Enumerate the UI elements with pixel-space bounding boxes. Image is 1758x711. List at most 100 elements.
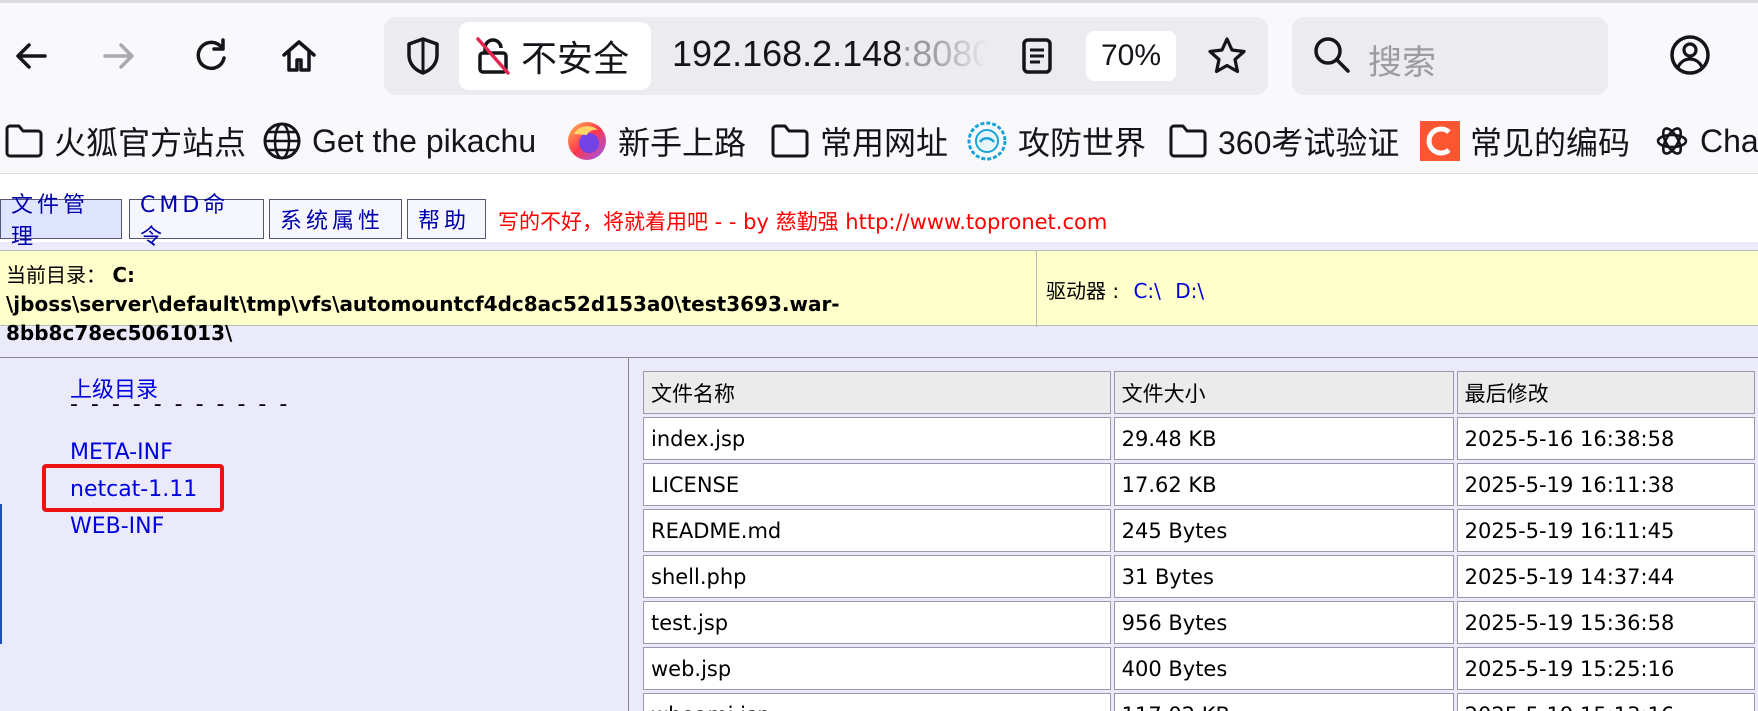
folder-icon xyxy=(1169,124,1207,158)
drive-d-link[interactable]: D:\ xyxy=(1175,279,1204,303)
dir-link-meta-inf[interactable]: META-INF xyxy=(70,440,173,465)
file-modified: 2025-5-19 16:11:45 xyxy=(1456,509,1755,552)
tracking-protection-button[interactable] xyxy=(400,33,446,79)
search-placeholder: 搜索 xyxy=(1368,44,1436,82)
search-bar[interactable]: 搜索 xyxy=(1292,17,1608,95)
url-text[interactable]: 192.168.2.148:8080/ xyxy=(672,33,988,75)
browser-toolbar: 不安全 192.168.2.148:8080/ 70% 搜索 xyxy=(0,0,1758,108)
help-button[interactable]: 帮助 xyxy=(407,199,486,239)
table-row[interactable]: index.jsp 29.48 KB 2025-5-16 16:38:58 xyxy=(643,417,1755,460)
insecure-connection-indicator[interactable]: 不安全 xyxy=(459,22,651,90)
bookmark-folder-firefox[interactable]: 火狐官方站点 xyxy=(4,118,246,164)
url-host: 192.168.2.148 xyxy=(672,33,903,74)
table-row[interactable]: shell.php 31 Bytes 2025-5-19 14:37:44 xyxy=(643,555,1755,598)
path-divider xyxy=(1036,251,1037,327)
dir-link-web-inf[interactable]: WEB-INF xyxy=(70,514,164,539)
bookmark-label: 新手上路 xyxy=(618,125,747,161)
home-button[interactable] xyxy=(276,33,322,79)
system-properties-button[interactable]: 系统属性 xyxy=(269,199,402,239)
url-port: :8080/ xyxy=(902,33,988,74)
drives: 驱动器 : C:\ D:\ xyxy=(1046,275,1204,304)
header-last-modified: 最后修改 xyxy=(1456,371,1755,414)
bookmark-label: 常见的编码 xyxy=(1470,125,1631,161)
bookmark-folder-common[interactable]: 常用网址 xyxy=(770,118,948,164)
reload-button[interactable] xyxy=(188,33,234,79)
back-arrow-icon xyxy=(16,43,47,69)
bookmarks-toolbar: 火狐官方站点 Get the pikachu 新手上路 常用网址 攻防世界 36… xyxy=(0,108,1758,174)
account-button[interactable] xyxy=(1668,33,1712,82)
file-modified: 2025-5-19 14:37:44 xyxy=(1456,555,1755,598)
table-row[interactable]: whoami.jsp 117.02 KB 2025-5-19 15:13:16 xyxy=(643,693,1755,711)
bookmark-star-button[interactable] xyxy=(1204,33,1250,79)
drives-label: 驱动器 : xyxy=(1046,279,1120,303)
table-row[interactable]: test.jsp 956 Bytes 2025-5-19 15:36:58 xyxy=(643,601,1755,644)
shield-icon xyxy=(407,37,439,75)
current-path: \jboss\server\default\tmp\vfs\automountc… xyxy=(6,292,840,345)
file-manage-button[interactable]: 文件管理 xyxy=(0,193,122,250)
cmd-button[interactable]: CMD命令 xyxy=(129,193,264,250)
current-directory: 当前目录： C: \jboss\server\default\tmp\vfs\a… xyxy=(6,261,1026,348)
bookmark-label: 常用网址 xyxy=(820,125,949,161)
author-slogan: 写的不好，将就着用吧 - - by 慈勤强 http://www.toprone… xyxy=(498,210,1108,234)
file-modified: 2025-5-16 16:38:58 xyxy=(1456,417,1755,460)
url-bar[interactable]: 不安全 192.168.2.148:8080/ 70% xyxy=(384,17,1268,95)
globe-icon xyxy=(263,122,301,160)
file-size: 245 Bytes xyxy=(1113,509,1454,552)
file-modified: 2025-5-19 15:25:16 xyxy=(1456,647,1755,690)
bookmark-label: 火狐官方站点 xyxy=(54,125,247,161)
file-name[interactable]: index.jsp xyxy=(643,417,1111,460)
bookmark-adworld[interactable]: 攻防世界 xyxy=(966,118,1146,164)
file-size: 31 Bytes xyxy=(1113,555,1454,598)
table-row[interactable]: web.jsp 400 Bytes 2025-5-19 15:25:16 xyxy=(643,647,1755,690)
folder-icon xyxy=(771,124,809,158)
file-size: 29.48 KB xyxy=(1113,417,1454,460)
current-directory-label: 当前目录： xyxy=(6,263,106,287)
header-file-name: 文件名称 xyxy=(643,371,1111,414)
current-drive: C: xyxy=(112,263,136,287)
reader-view-icon xyxy=(1022,38,1052,74)
bookmark-label: 攻防世界 xyxy=(1018,125,1147,161)
bookmark-label: Chat xyxy=(1700,122,1758,159)
star-icon xyxy=(1208,37,1246,74)
file-name[interactable]: LICENSE xyxy=(643,463,1111,506)
site-logo-icon xyxy=(967,121,1007,161)
file-modified: 2025-5-19 16:11:38 xyxy=(1456,463,1755,506)
highlight-box xyxy=(42,464,224,512)
pane-divider xyxy=(628,358,629,711)
forward-arrow-icon xyxy=(103,43,134,69)
bookmark-encodings[interactable]: 常见的编码 xyxy=(1420,118,1630,164)
file-table: 文件名称 文件大小 最后修改 index.jsp 29.48 KB 2025-5… xyxy=(640,368,1758,711)
drive-c-link[interactable]: C:\ xyxy=(1133,279,1160,303)
zoom-level-button[interactable]: 70% xyxy=(1086,31,1176,81)
forward-button[interactable] xyxy=(96,33,142,79)
home-icon xyxy=(282,40,316,72)
file-name[interactable]: shell.php xyxy=(643,555,1111,598)
file-name[interactable]: README.md xyxy=(643,509,1111,552)
bookmark-label: Get the pikachu xyxy=(312,122,537,159)
table-header-row: 文件名称 文件大小 最后修改 xyxy=(643,371,1755,414)
file-size: 17.62 KB xyxy=(1113,463,1454,506)
csdn-icon xyxy=(1420,121,1460,161)
file-size: 956 Bytes xyxy=(1113,601,1454,644)
file-name[interactable]: web.jsp xyxy=(643,647,1111,690)
file-modified: 2025-5-19 15:13:16 xyxy=(1456,693,1755,711)
bookmark-chat[interactable]: Chat xyxy=(1654,118,1758,164)
back-button[interactable] xyxy=(8,33,54,79)
bookmark-getting-started[interactable]: 新手上路 xyxy=(566,118,746,164)
table-row[interactable]: LICENSE 17.62 KB 2025-5-19 16:11:38 xyxy=(643,463,1755,506)
folder-icon xyxy=(5,124,43,158)
insecure-label: 不安全 xyxy=(521,38,630,79)
file-name[interactable]: whoami.jsp xyxy=(643,693,1111,711)
file-size: 117.02 KB xyxy=(1113,693,1454,711)
account-icon xyxy=(1670,35,1710,75)
table-row[interactable]: README.md 245 Bytes 2025-5-19 16:11:45 xyxy=(643,509,1755,552)
file-name[interactable]: test.jsp xyxy=(643,601,1111,644)
bookmark-folder-360[interactable]: 360考试验证 xyxy=(1168,118,1399,164)
bookmark-pikachu[interactable]: Get the pikachu xyxy=(262,118,536,164)
header-file-size: 文件大小 xyxy=(1113,371,1454,414)
reader-view-button[interactable] xyxy=(1014,33,1060,79)
file-size: 400 Bytes xyxy=(1113,647,1454,690)
web-page: 文件管理 CMD命令 系统属性 帮助 写的不好，将就着用吧 - - by 慈勤强… xyxy=(0,174,1758,711)
path-bar: 当前目录： C: \jboss\server\default\tmp\vfs\a… xyxy=(0,250,1758,345)
reload-icon xyxy=(196,38,226,71)
